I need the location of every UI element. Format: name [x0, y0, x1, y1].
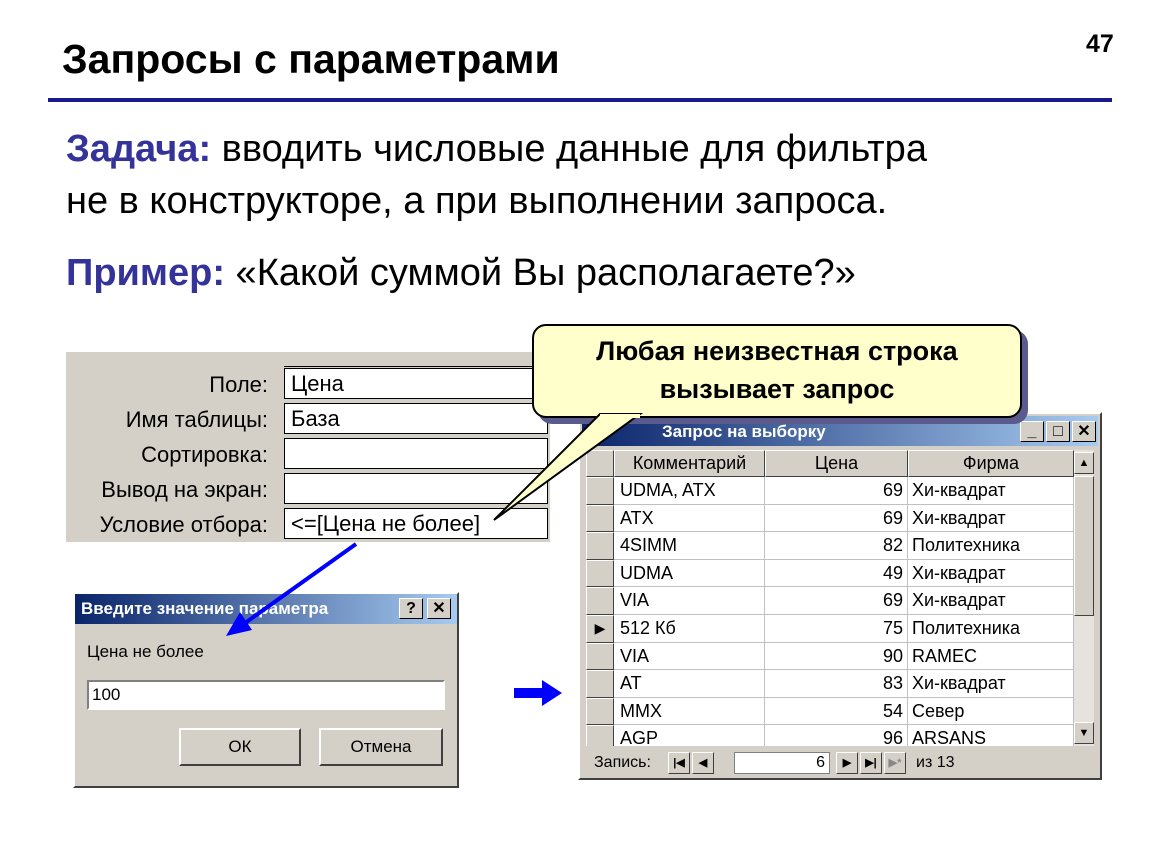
- arrow-to-results-icon: [514, 688, 544, 698]
- arrow-to-dialog-icon: [236, 542, 358, 630]
- arrow-head-icon: [226, 612, 252, 636]
- callout-pointer: [493, 413, 644, 521]
- arrow-head-icon: [542, 680, 562, 706]
- annotation-overlay: [226, 413, 644, 706]
